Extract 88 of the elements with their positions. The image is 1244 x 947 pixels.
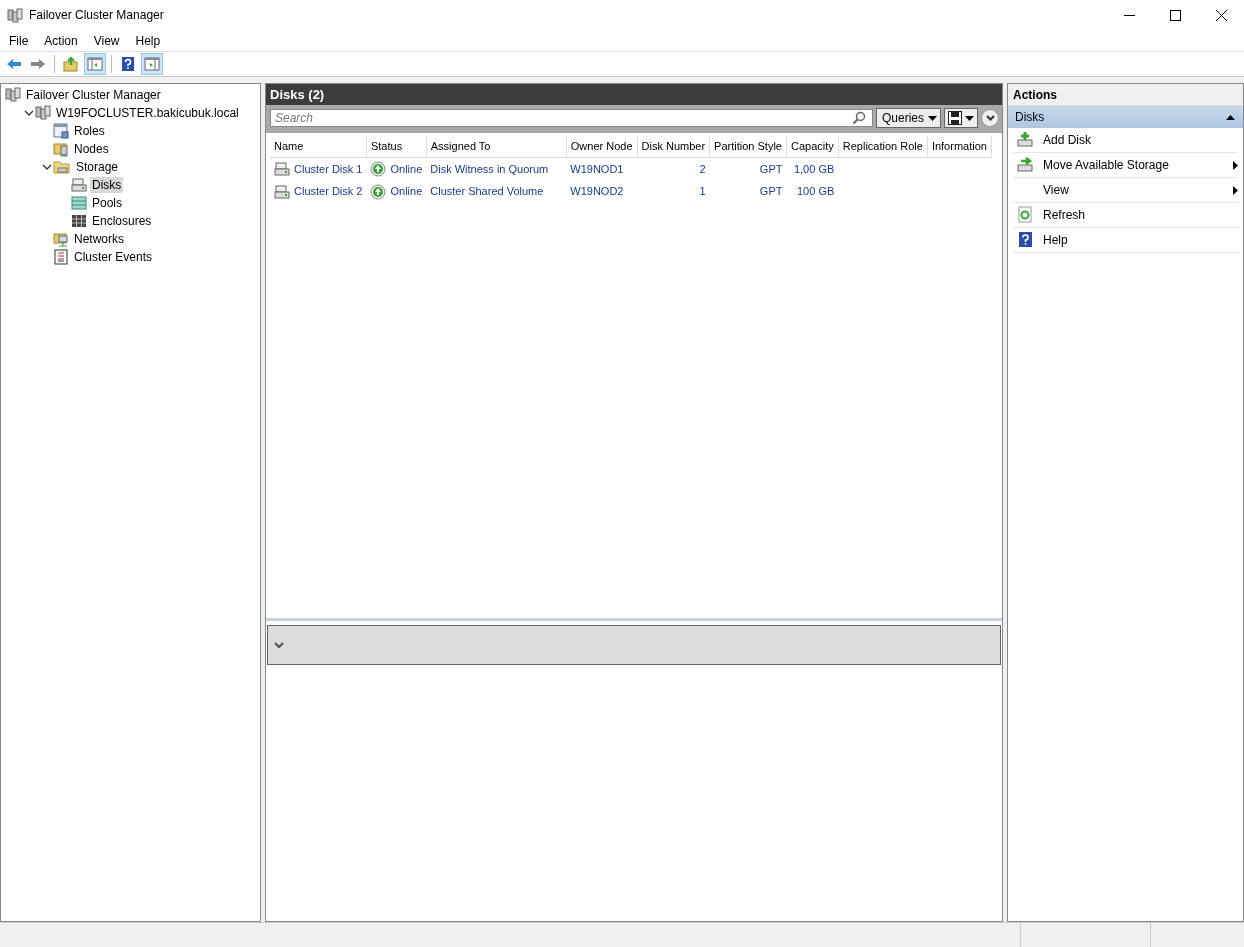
minimize-icon xyxy=(1123,14,1135,16)
maximize-icon xyxy=(1169,9,1181,21)
tree-item[interactable]: Storage xyxy=(74,159,121,175)
tree-item[interactable]: W19FOCLUSTER.bakicubuk.local xyxy=(54,105,241,121)
task-link[interactable]: View xyxy=(1013,178,1238,203)
disk-drive-icon xyxy=(274,183,290,200)
tree-item[interactable]: Networks xyxy=(72,231,126,247)
table-cell-text: Cluster Shared Volume xyxy=(430,184,544,200)
section-label: Disks xyxy=(1015,109,1045,126)
toolbar-button[interactable] xyxy=(141,53,163,75)
up-arrow-circle-icon xyxy=(370,183,387,200)
column-header[interactable]: Owner Node xyxy=(566,136,638,157)
window-list-icon xyxy=(53,123,69,139)
table-cell-text: W19NOD1 xyxy=(570,161,624,177)
queries-button[interactable]: Queries xyxy=(875,108,941,128)
submenu-arrow-icon xyxy=(1233,160,1238,170)
column-header[interactable]: Disk Number xyxy=(637,136,710,157)
disk-plus-icon xyxy=(1017,131,1035,149)
toolbar-button[interactable] xyxy=(84,53,106,75)
pane-title: Disks (2) xyxy=(266,84,1002,105)
menu-item[interactable]: File xyxy=(0,29,36,52)
up-arrow-circle-icon xyxy=(370,160,387,177)
menu-item[interactable]: Action xyxy=(35,29,85,52)
pane-layout-icon xyxy=(87,56,103,72)
server-stack-icon xyxy=(35,105,51,121)
column-header[interactable]: Status xyxy=(366,136,427,157)
table-cell-text: W19NOD2 xyxy=(570,184,624,200)
table-cell-text: GPT xyxy=(759,184,783,200)
table-cell-text: Disk Witness in Quorum xyxy=(430,161,549,177)
close-icon xyxy=(1215,9,1227,21)
tree-item[interactable]: Cluster Events xyxy=(72,249,155,265)
stacked-layers-icon xyxy=(71,195,87,211)
network-folder-icon xyxy=(53,231,69,247)
actions-section-header[interactable]: Disks xyxy=(1008,106,1243,128)
column-header[interactable]: Capacity xyxy=(786,136,839,157)
server-stack-icon xyxy=(5,87,21,103)
folder-server-icon xyxy=(53,141,69,157)
grid-block-icon xyxy=(71,213,87,229)
task-link[interactable]: Move Available Storage xyxy=(1013,153,1238,178)
forward-arrow-icon xyxy=(30,56,46,72)
column-header[interactable]: Replication Role xyxy=(838,136,928,157)
table-cell-text: 1,00 GB xyxy=(793,161,835,177)
tree-item[interactable]: Disks xyxy=(90,177,124,193)
submenu-arrow-icon xyxy=(1233,185,1238,195)
back-arrow-icon xyxy=(6,56,22,72)
table-cell-text: 100 GB xyxy=(796,184,835,200)
dropdown-arrow-icon xyxy=(928,115,937,121)
column-header[interactable]: Name xyxy=(270,136,367,157)
task-link[interactable]: Help xyxy=(1013,228,1238,253)
folder-up-icon xyxy=(63,56,79,72)
table-cell-text: GPT xyxy=(759,161,783,177)
folder-icon xyxy=(53,159,71,175)
table-cell-text: Cluster Disk 1 xyxy=(294,161,363,177)
task-link[interactable]: Refresh xyxy=(1013,203,1238,228)
table-cell-text: Cluster Disk 2 xyxy=(294,184,363,200)
table-cell-text: 1 xyxy=(699,184,706,200)
task-link[interactable]: Add Disk xyxy=(1013,128,1238,153)
tree-item[interactable]: Pools xyxy=(90,195,125,211)
column-header[interactable]: Partition Style xyxy=(709,136,787,157)
window-title: Failover Cluster Manager xyxy=(29,7,164,24)
help-icon xyxy=(1017,231,1035,249)
search-icon xyxy=(851,111,866,125)
search-field[interactable]: Search xyxy=(270,109,873,127)
event-log-icon xyxy=(53,249,69,265)
table-cell-text: Online xyxy=(390,184,423,200)
collapse-button[interactable] xyxy=(981,109,999,127)
disk-arrow-icon xyxy=(1017,156,1035,174)
column-header[interactable]: Assigned To xyxy=(426,136,567,157)
tree-item[interactable]: Failover Cluster Manager xyxy=(24,87,163,103)
pane-layout-icon xyxy=(144,56,160,72)
tree-item[interactable]: Roles xyxy=(72,123,107,139)
table-cell-text: Online xyxy=(390,161,423,177)
actions-header: Actions xyxy=(1008,84,1243,106)
dropdown-arrow-icon xyxy=(965,115,974,121)
menu-item[interactable]: Help xyxy=(126,29,168,52)
chevron-down-icon xyxy=(985,115,995,121)
chevron-down-icon[interactable] xyxy=(274,641,284,649)
server-stack-icon xyxy=(7,7,23,24)
refresh-icon xyxy=(1017,206,1035,224)
save-query-button[interactable] xyxy=(944,108,978,128)
tree-item[interactable]: Nodes xyxy=(72,141,111,157)
column-header[interactable]: Information xyxy=(927,136,992,157)
tree-item[interactable]: Enclosures xyxy=(90,213,154,229)
help-icon xyxy=(120,56,136,72)
disk-drive-icon xyxy=(71,177,87,193)
table-cell-text: 2 xyxy=(699,161,706,177)
disk-drive-icon xyxy=(274,160,290,177)
menu-item[interactable]: View xyxy=(84,29,127,52)
